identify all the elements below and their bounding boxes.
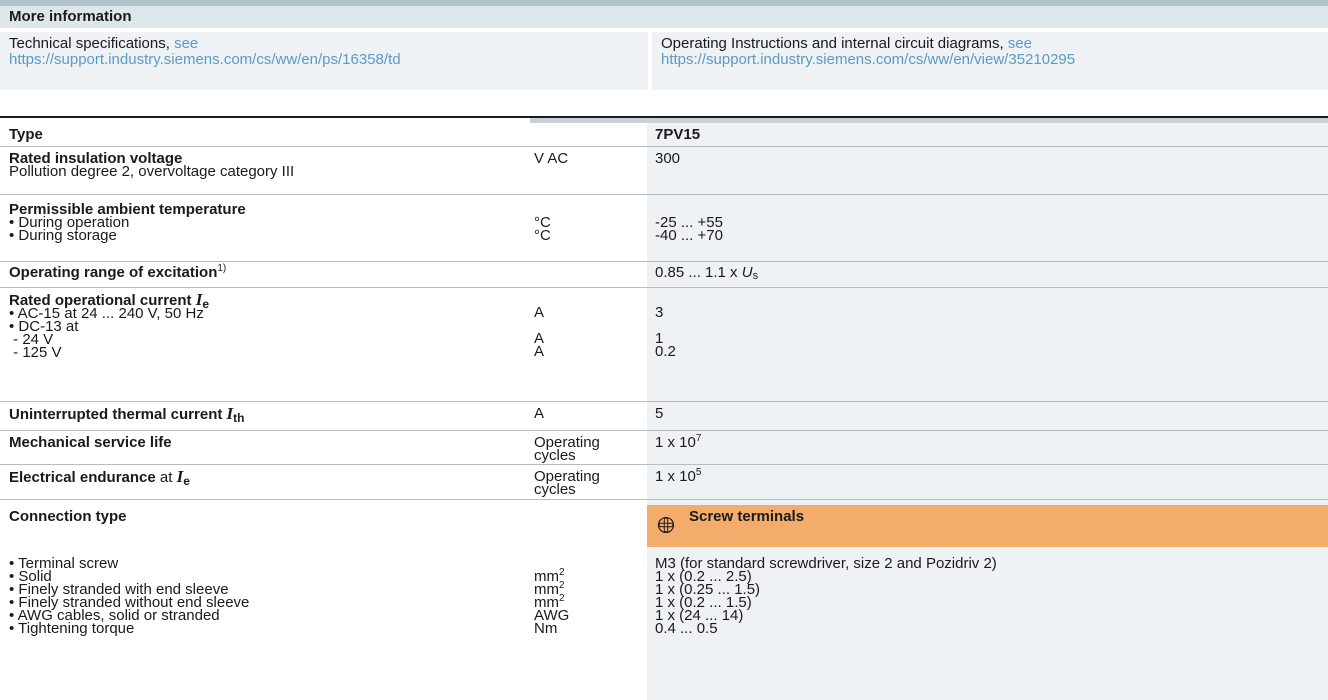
- excitation-symbol-sub: s: [752, 270, 759, 282]
- ambient-temp-units: °C °C: [534, 203, 634, 244]
- excitation-row: Operating range of excitation1) 0.85 ...…: [0, 263, 1328, 288]
- thermal-current-row: Uninterrupted thermal current Ith A 5: [0, 405, 1328, 431]
- torque-value: 0.4 ... 0.5: [655, 620, 718, 637]
- connection-details-values: M3 (for standard screwdriver, size 2 and…: [655, 556, 1315, 637]
- ac15-unit: A: [534, 304, 545, 321]
- dc13-125v-label: - 125 V: [13, 344, 62, 361]
- rated-insulation-row: Rated insulation voltage Pollution degre…: [0, 150, 1328, 195]
- elec-endurance-value: 1 x 105: [655, 467, 1315, 485]
- thermal-current-symbol-sub: th: [233, 411, 245, 425]
- row-divider: [0, 464, 1328, 465]
- row-divider: [0, 430, 1328, 431]
- row-divider: [0, 261, 1328, 262]
- excitation-value: 0.85 ... 1.1 x Us: [655, 264, 1315, 282]
- connection-type-row: Connection type Screw terminals: [0, 508, 1328, 530]
- type-label: Type: [9, 126, 43, 143]
- rated-insulation-sublabel: Pollution degree 2, overvoltage category…: [9, 163, 295, 180]
- elec-endurance-value-exp: 5: [695, 467, 702, 478]
- ac15-value: 3: [655, 304, 664, 321]
- connection-details: • Terminal screw • Solid • Finely strand…: [0, 556, 1328, 700]
- elec-endurance-unit-line2: cycles: [534, 481, 576, 498]
- dc13-125v-unit: A: [534, 343, 545, 360]
- tech-spec-cell: Technical specifications, see https://su…: [0, 32, 648, 90]
- mech-life-label: Mechanical service life: [9, 434, 172, 451]
- elec-endurance-row: Electrical endurance at Ie Operating cyc…: [0, 467, 1328, 500]
- mech-life-unit: Operating cycles: [534, 435, 634, 464]
- mech-life-value: 1 x 107: [655, 433, 1315, 451]
- row-divider: [0, 146, 1328, 147]
- operating-instructions-text: Operating Instructions and internal circ…: [661, 35, 1008, 52]
- ambient-storage-unit: °C: [534, 227, 551, 244]
- elec-endurance-unit: Operating cycles: [534, 469, 634, 498]
- excitation-footnote: 1): [217, 263, 227, 274]
- thermal-current-cell: Uninterrupted thermal current Ith: [9, 405, 519, 424]
- mech-life-value-base: 1 x 10: [655, 434, 696, 451]
- tech-spec-see-link[interactable]: see: [174, 35, 198, 52]
- excitation-symbol: U: [741, 264, 753, 281]
- ambient-storage-label: • During storage: [9, 227, 117, 244]
- ambient-temp-cell: Permissible ambient temperature • During…: [9, 202, 519, 244]
- tech-spec-text: Technical specifications,: [9, 35, 175, 52]
- rated-insulation-cell: Rated insulation voltage Pollution degre…: [9, 151, 519, 180]
- connection-details-labels: • Terminal screw • Solid • Finely strand…: [9, 556, 519, 637]
- rated-insulation-unit: V AC: [534, 150, 569, 167]
- mech-life-row: Mechanical service life Operating cycles…: [0, 433, 1328, 465]
- mech-life-unit-line2: cycles: [534, 447, 576, 464]
- excitation-cell: Operating range of excitation1): [9, 263, 519, 281]
- operating-instructions-url-link[interactable]: https://support.industry.siemens.com/cs/…: [661, 51, 1075, 68]
- ambient-temp-values: -25 ... +55 -40 ... +70: [655, 203, 1315, 244]
- excitation-value-prefix: 0.85 ... 1.1 x: [655, 264, 742, 281]
- elec-endurance-cell: Electrical endurance at Ie: [9, 468, 519, 487]
- operating-instructions-cell: Operating Instructions and internal circ…: [652, 32, 1328, 90]
- row-divider: [0, 194, 1328, 195]
- rated-current-row: Rated operational current Ie • AC-15 at …: [0, 291, 1328, 402]
- torque-label: • Tightening torque: [9, 620, 135, 637]
- rated-current-values: 3 1 0.2: [655, 293, 1315, 360]
- table-header-band: [530, 118, 1328, 123]
- excitation-label: Operating range of excitation: [9, 264, 218, 281]
- row-divider: [0, 499, 1328, 500]
- rated-current-units: A A A: [534, 293, 634, 360]
- type-value: 7PV15: [655, 126, 701, 143]
- elec-endurance-label-rest: at: [155, 469, 177, 486]
- rated-insulation-value: 300: [655, 150, 681, 167]
- ambient-storage-value: -40 ... +70: [655, 227, 723, 244]
- row-divider: [0, 401, 1328, 402]
- mech-life-value-exp: 7: [695, 433, 702, 444]
- operating-instructions-see-link[interactable]: see: [1008, 35, 1032, 52]
- connection-details-units: mm2 mm2 mm2 AWG Nm: [534, 557, 634, 637]
- rated-current-cell: Rated operational current Ie • AC-15 at …: [9, 291, 519, 361]
- elec-endurance-value-base: 1 x 10: [655, 468, 696, 485]
- thermal-current-label: Uninterrupted thermal current: [9, 406, 227, 423]
- torque-unit: Nm: [534, 620, 558, 637]
- ambient-temp-row: Permissible ambient temperature • During…: [0, 202, 1328, 262]
- thermal-current-value: 5: [655, 405, 664, 422]
- dc13-125v-value: 0.2: [655, 343, 676, 360]
- thermal-current-unit: A: [534, 405, 545, 422]
- tech-spec-url-link[interactable]: https://support.industry.siemens.com/cs/…: [9, 51, 401, 68]
- elec-endurance-label: Electrical endurance: [9, 469, 156, 486]
- connection-type-label: Connection type: [9, 508, 127, 525]
- screw-terminals-label: Screw terminals: [689, 508, 805, 525]
- more-information-heading: More information: [0, 0, 1328, 28]
- row-divider: [0, 287, 1328, 288]
- elec-endurance-symbol-sub: e: [183, 474, 190, 488]
- type-row: Type 7PV15: [0, 126, 1328, 147]
